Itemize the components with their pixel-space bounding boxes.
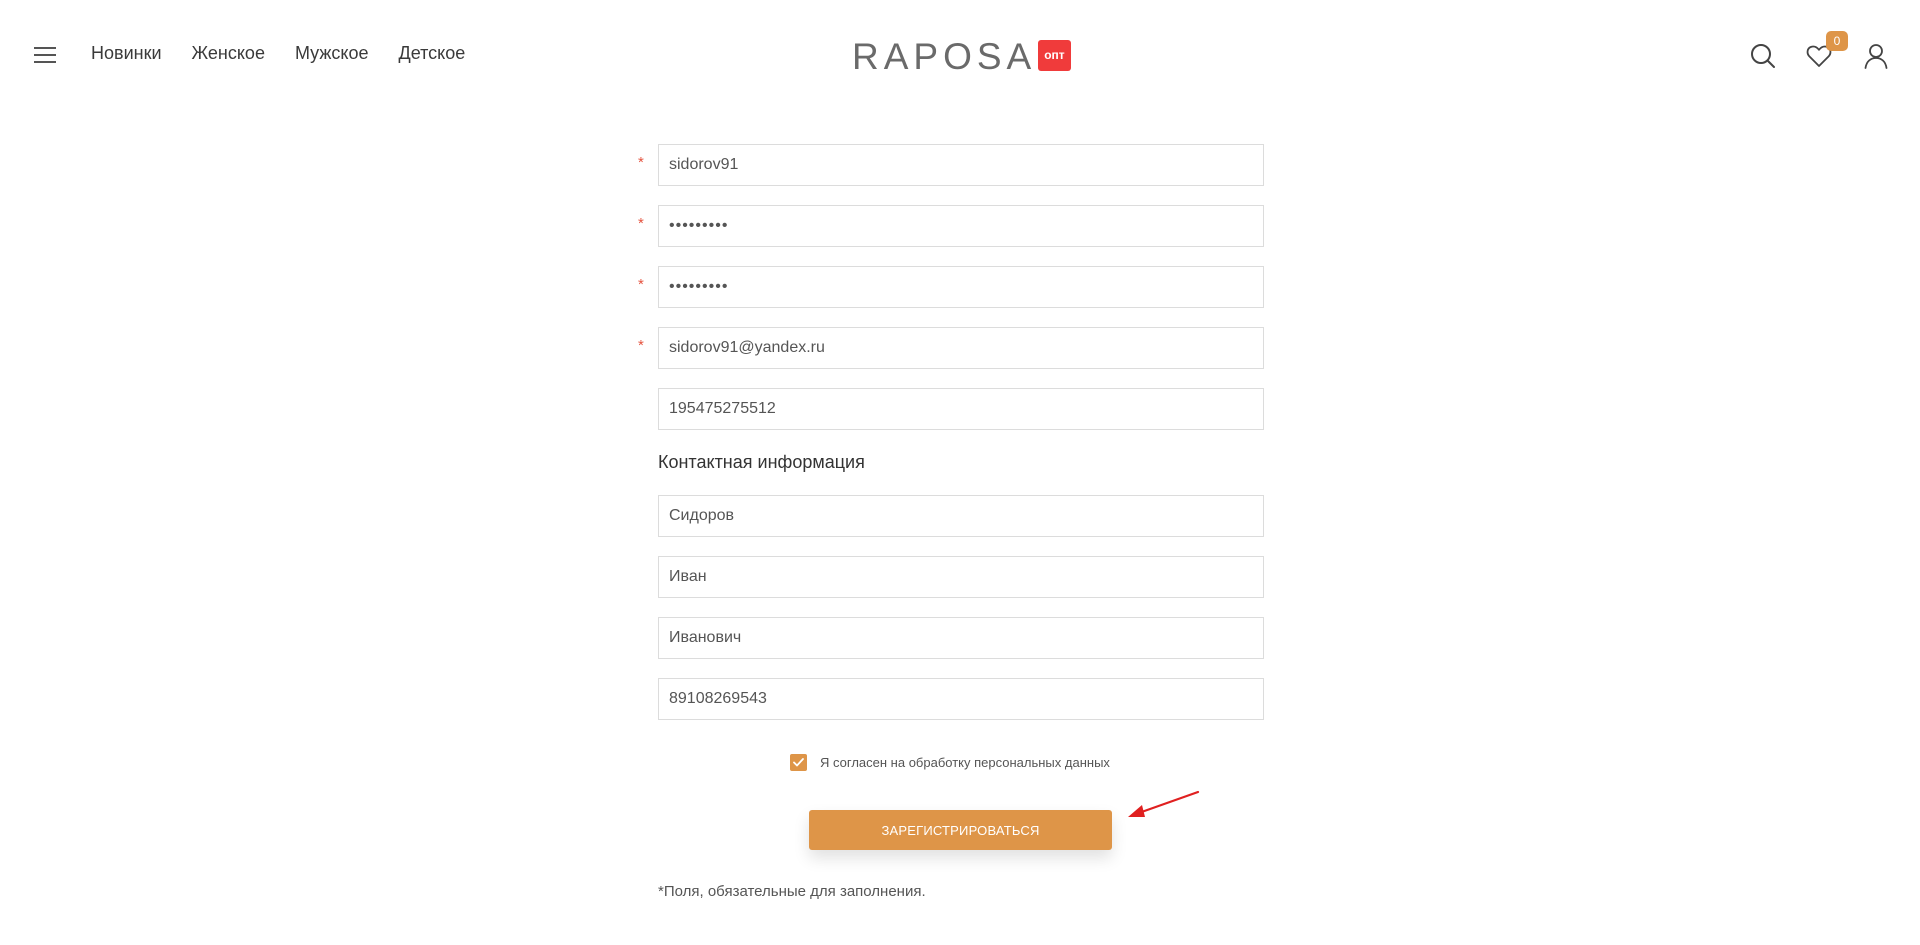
- login-field-row: * sidorov91: [632, 144, 1266, 186]
- contact-section-title: Контактная информация: [658, 452, 865, 472]
- checkmark-icon: [793, 758, 804, 767]
- phone-input[interactable]: 89108269543: [658, 678, 1264, 720]
- required-fields-note: *Поля, обязательные для заполнения.: [658, 883, 926, 900]
- middle-name-input[interactable]: Иванович: [658, 617, 1264, 659]
- nav-item-men[interactable]: Мужское: [295, 43, 369, 64]
- middle-name-field-row: Иванович: [632, 617, 1266, 659]
- user-icon[interactable]: [1862, 42, 1890, 70]
- password-field-row: * •••••••••: [632, 205, 1266, 247]
- required-mark: *: [638, 337, 644, 354]
- consent-row: Я согласен на обработку персональных дан…: [790, 754, 1110, 771]
- main-nav: Новинки Женское Мужское Детское: [91, 43, 465, 64]
- phone-field-row: 89108269543: [632, 678, 1266, 720]
- logo-badge: опт: [1038, 40, 1071, 71]
- site-header: Новинки Женское Мужское Детское RAPOSA о…: [0, 0, 1920, 110]
- annotation-arrow-icon: [1128, 790, 1200, 817]
- first-name-field-row: Иван: [632, 556, 1266, 598]
- logo-text: RAPOSA: [852, 36, 1037, 77]
- last-name-input[interactable]: Сидоров: [658, 495, 1264, 537]
- email-field-row: * sidorov91@yandex.ru: [632, 327, 1266, 369]
- required-mark: *: [638, 276, 644, 293]
- last-name-field-row: Сидоров: [632, 495, 1266, 537]
- nav-item-women[interactable]: Женское: [192, 43, 265, 64]
- menu-icon[interactable]: [34, 47, 56, 63]
- nav-item-new[interactable]: Новинки: [91, 43, 162, 64]
- required-mark: *: [638, 154, 644, 171]
- inn-field-row: 195475275512: [632, 388, 1266, 430]
- favorites-count-badge: 0: [1826, 31, 1848, 51]
- logo[interactable]: RAPOSA опт: [852, 36, 1071, 78]
- password-confirm-input[interactable]: •••••••••: [658, 266, 1264, 308]
- search-icon[interactable]: [1749, 42, 1777, 70]
- consent-label: Я согласен на обработку персональных дан…: [820, 755, 1110, 770]
- register-button[interactable]: ЗАРЕГИСТРИРОВАТЬСЯ: [809, 810, 1112, 850]
- first-name-input[interactable]: Иван: [658, 556, 1264, 598]
- login-input[interactable]: sidorov91: [658, 144, 1264, 186]
- inn-input[interactable]: 195475275512: [658, 388, 1264, 430]
- email-input[interactable]: sidorov91@yandex.ru: [658, 327, 1264, 369]
- password-input[interactable]: •••••••••: [658, 205, 1264, 247]
- password-confirm-field-row: * •••••••••: [632, 266, 1266, 308]
- required-mark: *: [638, 215, 644, 232]
- consent-checkbox[interactable]: [790, 754, 807, 771]
- nav-item-kids[interactable]: Детское: [399, 43, 466, 64]
